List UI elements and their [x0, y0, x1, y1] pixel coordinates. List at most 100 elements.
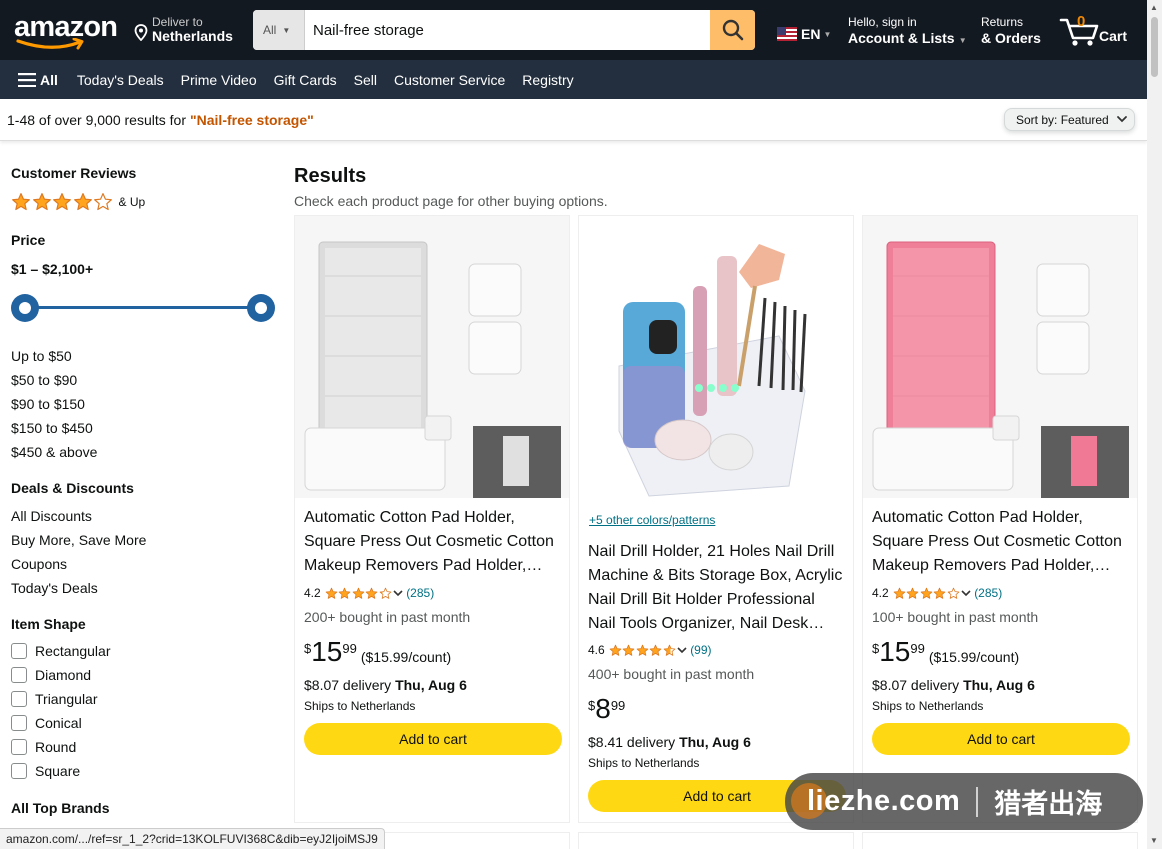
product-title[interactable]: Nail Drill Holder, 21 Holes Nail Drill M… [588, 540, 846, 636]
product-price: $ 15 99 ($15.99/count) [304, 637, 451, 667]
sort-label: Sort by: [1016, 112, 1058, 127]
results-count: 1-48 of over 9,000 results for [7, 111, 186, 128]
shape-filter-rectangular[interactable]: Rectangular [11, 643, 111, 659]
product-title-text: Automatic Cotton Pad Holder, Square Pres… [304, 509, 554, 574]
deals-link-coupons[interactable]: Coupons [11, 556, 67, 572]
deliver-location: Netherlands [152, 28, 233, 44]
star-icon [379, 587, 393, 600]
checkbox[interactable] [11, 739, 27, 755]
hamburger-menu-icon [18, 72, 36, 87]
four-stars-up-filter[interactable]: & Up [11, 192, 145, 212]
product-title[interactable]: Automatic Cotton Pad Holder, Square Pres… [304, 506, 562, 578]
price-link-450-above[interactable]: $450 & above [11, 444, 97, 460]
watermark: liezhe.com 猎者出海 [785, 773, 1143, 830]
star-icon [325, 587, 339, 600]
rating-stars [325, 587, 393, 600]
product-image[interactable] [863, 216, 1137, 498]
price-slider[interactable] [11, 293, 275, 323]
all-menu-button[interactable]: All [18, 72, 58, 88]
scrollbar-thumb[interactable] [1151, 17, 1158, 77]
deals-link-todays-deals[interactable]: Today's Deals [11, 580, 98, 596]
nav-link-todays-deals[interactable]: Today's Deals [77, 72, 164, 88]
checkbox[interactable] [11, 691, 27, 707]
search-query-text: "Nail-free storage" [190, 111, 314, 128]
item-shape-heading: Item Shape [11, 616, 86, 632]
review-count[interactable]: (285) [406, 586, 434, 600]
scroll-down-arrow-icon[interactable]: ▼ [1150, 836, 1158, 845]
deals-link-all-discounts[interactable]: All Discounts [11, 508, 92, 524]
rating-number: 4.2 [872, 586, 889, 600]
rating-number: 4.6 [588, 643, 605, 657]
add-to-cart-button[interactable]: Add to cart [872, 723, 1130, 755]
language-selector[interactable]: EN ▼ [777, 26, 831, 42]
cart-button[interactable]: 0 Cart [1059, 12, 1133, 48]
checkbox[interactable] [11, 715, 27, 731]
other-colors-link[interactable]: +5 other colors/patterns [589, 513, 715, 527]
nav-link-sell[interactable]: Sell [354, 72, 377, 88]
nav-link-customer-service[interactable]: Customer Service [394, 72, 505, 88]
product-title[interactable]: Automatic Cotton Pad Holder, Square Pres… [872, 506, 1130, 578]
checkbox[interactable] [11, 667, 27, 683]
caret-down-icon: ▼ [823, 29, 832, 39]
review-count[interactable]: (99) [690, 643, 711, 657]
star-icon [52, 192, 73, 212]
product-image[interactable] [295, 216, 569, 498]
location-pin-icon [134, 24, 148, 41]
delivery-info: $8.41 delivery Thu, Aug 6 [588, 734, 751, 750]
price-fraction: 99 [342, 641, 357, 656]
price-link-up-to-50[interactable]: Up to $50 [11, 348, 72, 364]
results-info-bar: 1-48 of over 9,000 results for "Nail-fre… [0, 99, 1147, 141]
nav-link-registry[interactable]: Registry [522, 72, 573, 88]
checkbox[interactable] [11, 763, 27, 779]
scroll-up-arrow-icon[interactable]: ▲ [1150, 3, 1158, 12]
price-symbol: $ [588, 698, 596, 713]
product-rating[interactable]: 4.2 (285) [872, 586, 1002, 600]
price-link-150-450[interactable]: $150 to $450 [11, 420, 93, 436]
star-icon [636, 644, 650, 657]
price-slider-min-handle[interactable] [11, 294, 39, 322]
product-rating[interactable]: 4.6 (99) [588, 643, 712, 657]
search-button[interactable] [710, 10, 755, 50]
product-card-partial [578, 832, 854, 849]
price-slider-max-handle[interactable] [247, 294, 275, 322]
shape-filter-square[interactable]: Square [11, 763, 80, 779]
search-bar: All ▼ [253, 10, 755, 50]
cart-count: 0 [1077, 13, 1086, 30]
shape-filter-triangular[interactable]: Triangular [11, 691, 98, 707]
star-icon [352, 587, 366, 600]
review-count[interactable]: (285) [974, 586, 1002, 600]
top-brands-heading: All Top Brands [11, 800, 110, 816]
price-fraction: 99 [610, 698, 626, 713]
account-lists[interactable]: Hello, sign in Account & Lists ▼ [848, 15, 967, 46]
vertical-scrollbar[interactable]: ▲ ▼ [1147, 0, 1162, 849]
add-to-cart-button[interactable]: Add to cart [304, 723, 562, 755]
search-input[interactable] [305, 10, 710, 50]
reviews-heading: Customer Reviews [11, 165, 137, 181]
nav-link-prime-video[interactable]: Prime Video [181, 72, 257, 88]
price-range-value: $1 – $2,100+ [11, 261, 94, 277]
returns-orders[interactable]: Returns & Orders [981, 15, 1041, 46]
sort-dropdown[interactable]: Sort by: Featured [1004, 108, 1135, 131]
product-title-text: Automatic Cotton Pad Holder, Square Pres… [872, 509, 1122, 574]
price-link-90-150[interactable]: $90 to $150 [11, 396, 85, 412]
shape-filter-diamond[interactable]: Diamond [11, 667, 91, 683]
shape-label: Square [35, 763, 81, 779]
amazon-logo[interactable]: amazon [14, 12, 118, 52]
bought-in-past-month: 400+ bought in past month [588, 666, 755, 682]
shape-filter-conical[interactable]: Conical [11, 715, 82, 731]
delivery-info: $8.07 delivery Thu, Aug 6 [304, 677, 467, 693]
product-rating[interactable]: 4.2 (285) [304, 586, 434, 600]
product-image[interactable] [579, 216, 853, 498]
bought-in-past-month: 100+ bought in past month [872, 609, 1039, 625]
star-icon [365, 587, 379, 600]
delivery-date: Thu, Aug 6 [679, 734, 751, 750]
deals-link-buy-more[interactable]: Buy More, Save More [11, 532, 146, 548]
ships-to: Ships to Netherlands [304, 699, 416, 713]
search-category-dropdown[interactable]: All ▼ [253, 10, 305, 50]
product-card: Automatic Cotton Pad Holder, Square Pres… [294, 215, 570, 823]
checkbox[interactable] [11, 643, 27, 659]
shape-filter-round[interactable]: Round [11, 739, 76, 755]
price-link-50-90[interactable]: $50 to $90 [11, 372, 77, 388]
nav-link-gift-cards[interactable]: Gift Cards [274, 72, 337, 88]
language-code: EN [801, 26, 821, 42]
